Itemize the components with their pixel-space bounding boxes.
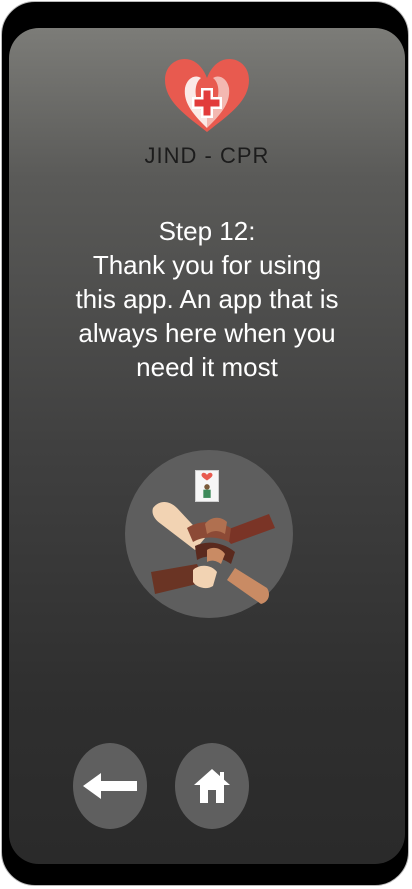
- app-screen: JIND - CPR Step 12: Thank you for using …: [9, 28, 405, 864]
- phone-frame: JIND - CPR Step 12: Thank you for using …: [1, 1, 409, 886]
- arrow-left-icon: [83, 773, 137, 799]
- step-line: Thank you for using: [92, 250, 322, 280]
- united-hands-icon: [151, 502, 275, 604]
- step-title: Step 12:: [158, 216, 256, 246]
- home-button[interactable]: [175, 743, 249, 829]
- app-brand-name: JIND - CPR: [144, 143, 270, 168]
- step-line: need it most: [136, 352, 278, 382]
- home-icon: [194, 769, 230, 803]
- step-line: always here when you: [78, 318, 336, 348]
- step-message: Step 12: Thank you for using this app. A…: [29, 214, 385, 384]
- back-button[interactable]: [73, 743, 147, 829]
- heart-cross-logo-icon: [165, 58, 249, 132]
- step-line: this app. An app that is: [75, 284, 339, 314]
